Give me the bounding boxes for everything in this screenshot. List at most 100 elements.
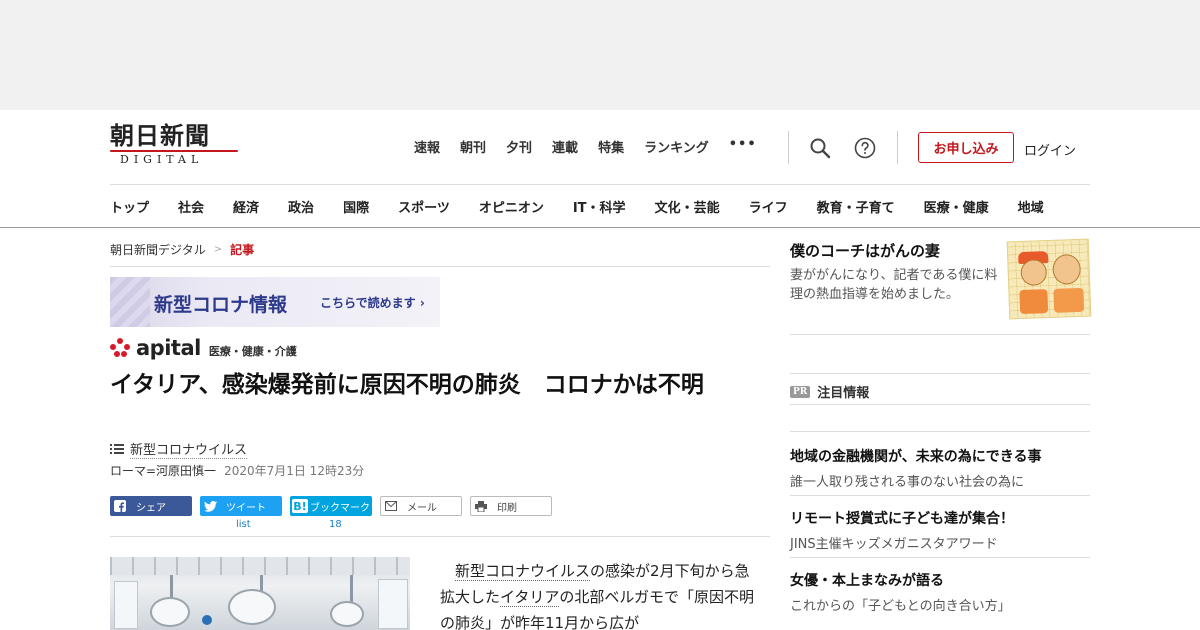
byline: ローマ=河原田慎一 2020年7月1日 12時23分: [110, 462, 364, 479]
pr-heading: 注目情報: [817, 386, 870, 401]
divider: [790, 431, 1090, 432]
hatena-bookmark-button[interactable]: B! ブックマーク: [290, 496, 372, 516]
topic-tag: 新型コロナウイルス: [110, 439, 248, 459]
twitter-icon: [200, 500, 220, 512]
article-photo[interactable]: [110, 557, 410, 630]
cat-economy[interactable]: 経済: [233, 197, 259, 216]
mail-share-button[interactable]: メール: [380, 496, 462, 516]
cat-culture[interactable]: 文化・芸能: [655, 197, 720, 216]
nav-rensai[interactable]: 連載: [552, 137, 578, 156]
author: ローマ=河原田慎一: [110, 464, 217, 478]
divider: [790, 334, 1090, 335]
list-icon: [110, 444, 124, 454]
pr-item-subtitle: JINS主催キッズメガニスタアワード: [790, 537, 998, 552]
facebook-icon: [110, 500, 130, 512]
cat-it-science[interactable]: IT・科学: [573, 197, 626, 216]
apital-label[interactable]: apital 医療・健康・介護: [110, 336, 297, 360]
body-link-italy[interactable]: イタリア: [500, 588, 560, 607]
nav-tokushu[interactable]: 特集: [598, 137, 624, 156]
breadcrumb-home[interactable]: 朝日新聞デジタル: [110, 241, 206, 258]
pr-item-title: 女優・本上まなみが語る: [790, 573, 944, 589]
top-nav: 速報 朝刊 夕刊 連載 特集 ランキング •••: [414, 137, 757, 156]
facebook-share-button[interactable]: シェア: [110, 496, 192, 516]
banner-title: 新型コロナ情報: [154, 294, 288, 316]
facebook-share-label: シェア: [136, 502, 166, 514]
divider: [790, 557, 1090, 558]
hatena-bookmark-icon: B!: [292, 499, 308, 513]
site-logo[interactable]: 朝日新聞 DIGITAL: [110, 123, 240, 169]
cat-international[interactable]: 国際: [343, 197, 369, 216]
cat-health[interactable]: 医療・健康: [924, 197, 989, 216]
breadcrumb-current: 記事: [230, 243, 255, 257]
divider: [790, 495, 1090, 496]
pr-item-title: リモート授賞式に子ども達が集合！: [790, 511, 1014, 527]
logo-sub-text: DIGITAL: [120, 153, 204, 166]
photo-ceiling: [110, 557, 410, 575]
apital-logo-icon: [110, 338, 132, 358]
hatena-count[interactable]: 18: [329, 519, 342, 530]
header-bottom-border: [0, 227, 1200, 228]
search-icon[interactable]: [808, 136, 832, 160]
header-divider: [788, 131, 789, 164]
pr-item[interactable]: リモート授賞式に子ども達が集合！ JINS主催キッズメガニスタアワード: [790, 508, 1090, 552]
nav-sokuho[interactable]: 速報: [414, 137, 440, 156]
twitter-share-button[interactable]: ツイート: [200, 496, 282, 516]
breadcrumb-separator: >: [213, 244, 223, 255]
cat-top[interactable]: トップ: [110, 197, 149, 216]
login-link[interactable]: ログイン: [1024, 140, 1076, 159]
pr-badge: PR: [790, 385, 811, 398]
divider: [110, 536, 770, 537]
twitter-count-link[interactable]: list: [236, 519, 251, 530]
cat-politics[interactable]: 政治: [288, 197, 314, 216]
banner-decoration: [110, 277, 150, 327]
divider: [110, 266, 770, 267]
cat-opinion[interactable]: オピニオン: [479, 197, 544, 216]
publish-date: 2020年7月1日 12時23分: [224, 464, 365, 478]
apital-wordmark: apital: [136, 336, 201, 360]
sidebar-promo[interactable]: 僕のコーチはがんの妻 妻ががんになり、記者である僕に料理の熱血指導を始めました。: [790, 238, 1092, 320]
help-icon[interactable]: [853, 136, 877, 160]
twitter-share-label: ツイート: [226, 502, 266, 514]
banner-cta: こちらで読めます ›: [320, 296, 425, 310]
pr-item[interactable]: 女優・本上まなみが語る これからの「子どもとの向き合い方」: [790, 570, 1090, 614]
promo-illustration: [1006, 238, 1092, 320]
logo-underline: [110, 150, 238, 152]
article-body: 新型コロナウイルスの感染が2月下旬から急拡大したイタリアの北部ベルガモで「原因不…: [440, 562, 754, 630]
pr-section-header: PR 注目情報: [790, 382, 869, 401]
nav-yukan[interactable]: 夕刊: [506, 137, 532, 156]
pr-item-subtitle: 誰一人取り残される事のない社会の為に: [790, 475, 1025, 490]
cat-sports[interactable]: スポーツ: [398, 197, 450, 216]
body-link-coronavirus[interactable]: 新型コロナウイルス: [455, 562, 591, 581]
divider: [790, 373, 1090, 374]
breadcrumb: 朝日新聞デジタル > 記事: [110, 241, 254, 258]
pr-item-subtitle: これからの「子どもとの向き合い方」: [790, 599, 1011, 614]
print-label: 印刷: [497, 502, 517, 514]
apital-tag: 医療・健康・介護: [208, 345, 297, 358]
more-menu-icon[interactable]: •••: [729, 137, 757, 156]
article-headline: イタリア、感染爆発前に原因不明の肺炎 コロナかは不明: [110, 372, 704, 398]
cat-education[interactable]: 教育・子育て: [817, 197, 895, 216]
corona-info-banner[interactable]: 新型コロナ情報 こちらで読めます ›: [110, 277, 440, 327]
cat-region[interactable]: 地域: [1018, 197, 1044, 216]
cat-life[interactable]: ライフ: [749, 197, 788, 216]
category-nav: トップ 社会 経済 政治 国際 スポーツ オピニオン IT・科学 文化・芸能 ラ…: [110, 197, 1044, 216]
logo-main-text: 朝日新聞: [110, 121, 210, 150]
subscribe-button[interactable]: お申し込み: [918, 132, 1014, 163]
promo-title: 僕のコーチはがんの妻: [790, 242, 941, 260]
hatena-bookmark-label: ブックマーク: [310, 502, 370, 514]
pr-item[interactable]: 地域の金融機関が、未来の為にできる事 誰一人取り残される事のない社会の為に: [790, 446, 1090, 490]
mail-share-label: メール: [407, 502, 437, 514]
print-button[interactable]: 印刷: [470, 496, 552, 516]
nav-ranking[interactable]: ランキング: [644, 137, 709, 156]
topic-link[interactable]: 新型コロナウイルス: [130, 439, 248, 459]
mail-icon: [381, 501, 401, 511]
printer-icon: [471, 500, 491, 512]
cat-society[interactable]: 社会: [178, 197, 204, 216]
nav-choukan[interactable]: 朝刊: [460, 137, 486, 156]
nav-divider: [110, 184, 1090, 185]
pr-item-title: 地域の金融機関が、未来の為にできる事: [790, 449, 1042, 465]
divider: [790, 404, 1090, 405]
promo-description: 妻ががんになり、記者である僕に料理の熱血指導を始めました。: [790, 268, 998, 302]
header-divider: [897, 131, 898, 164]
ad-banner-area: [0, 0, 1200, 110]
